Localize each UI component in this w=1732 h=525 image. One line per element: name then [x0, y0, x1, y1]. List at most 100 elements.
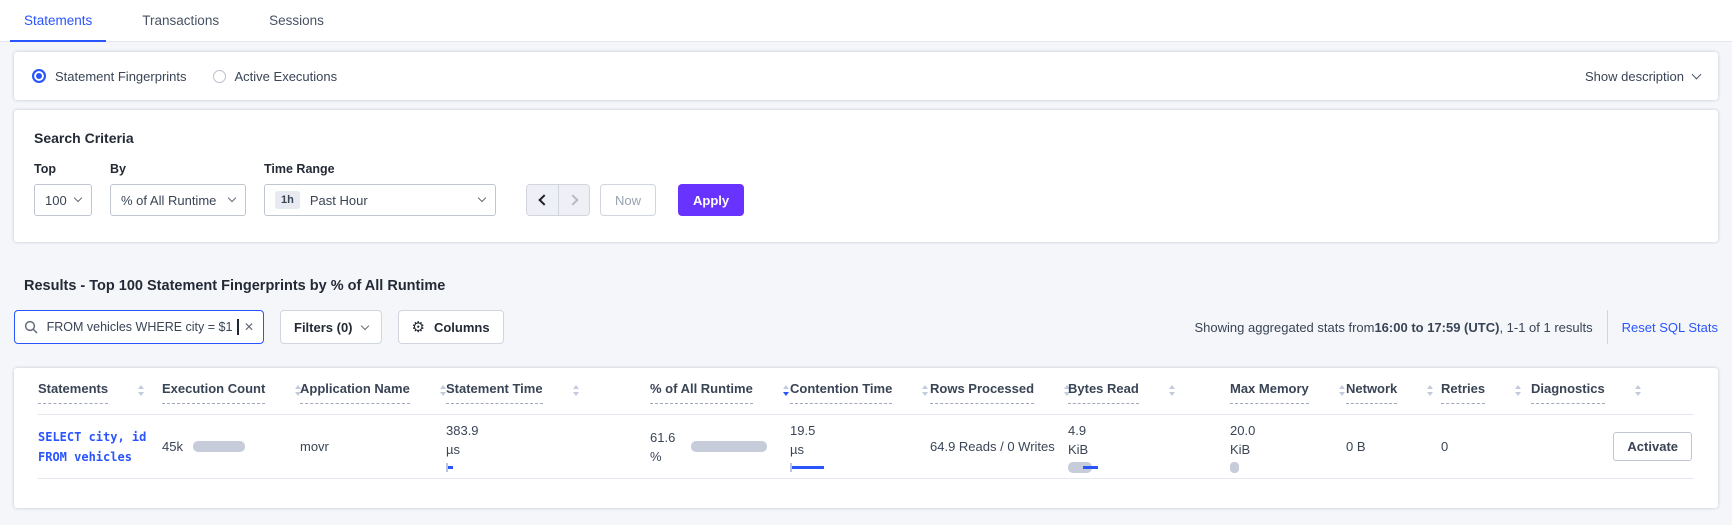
time-range-field: Time Range 1h Past Hour — [264, 162, 496, 216]
table-header-row: Statements Execution Count Application N… — [38, 368, 1694, 415]
chevron-right-icon — [566, 194, 579, 206]
column-header-application-name[interactable]: Application Name — [300, 381, 446, 404]
top-field: Top 100 — [34, 162, 92, 216]
tab-statements[interactable]: Statements — [10, 0, 107, 42]
chevron-down-icon — [360, 321, 369, 330]
radio-selected-icon[interactable] — [32, 69, 46, 83]
sort-icon[interactable] — [439, 385, 446, 396]
reset-sql-stats-link[interactable]: Reset SQL Stats — [1622, 320, 1718, 335]
columns-button[interactable]: ⚙ Columns — [397, 310, 504, 344]
time-range-value-group: 1h Past Hour — [275, 191, 368, 209]
radio-statement-fingerprints[interactable]: Statement Fingerprints — [32, 69, 187, 84]
application-name-cell: movr — [300, 439, 329, 454]
next-time-button[interactable] — [558, 185, 589, 215]
clear-search-icon[interactable]: ✕ — [244, 320, 254, 334]
statement-time-bar — [446, 462, 650, 473]
results-filter-row: y, id FROM vehicles WHERE city = $1 ✕ Fi… — [14, 310, 1718, 344]
column-header-diagnostics[interactable]: Diagnostics — [1531, 381, 1694, 404]
statement-fingerprint-link[interactable]: SELECT city, id FROM vehicles — [38, 427, 162, 467]
search-criteria-card: Search Criteria Top 100 By % of All Runt… — [14, 110, 1718, 242]
execution-count-bar — [192, 441, 245, 452]
filters-button[interactable]: Filters (0) — [280, 310, 382, 344]
bytes-read-cell: 4.9 KiB — [1068, 421, 1230, 473]
sort-icon[interactable] — [1515, 385, 1522, 396]
column-header-statements[interactable]: Statements — [38, 381, 162, 404]
column-header-statement-time[interactable]: Statement Time — [446, 381, 650, 404]
prev-time-button[interactable] — [527, 185, 558, 215]
pct-runtime-cell: 61.6 % — [650, 428, 790, 466]
radio-active-executions[interactable]: Active Executions — [212, 68, 338, 84]
column-header-pct-of-all-runtime[interactable]: % of All Runtime — [650, 381, 790, 404]
sql-activity-tabbar: Statements Transactions Sessions — [0, 0, 1732, 42]
time-range-value: Past Hour — [309, 192, 368, 208]
tab-transactions[interactable]: Transactions — [128, 0, 233, 42]
column-header-execution-count[interactable]: Execution Count — [162, 381, 302, 404]
activate-diagnostics-button[interactable]: Activate — [1613, 432, 1692, 461]
column-header-rows-processed[interactable]: Rows Processed — [930, 381, 1071, 404]
show-description-label: Show description — [1585, 68, 1684, 84]
network-cell: 0 B — [1346, 439, 1366, 454]
sort-icon[interactable] — [1634, 385, 1641, 396]
column-header-contention-time[interactable]: Contention Time — [790, 381, 930, 404]
top-label: Top — [34, 162, 56, 176]
contention-time-bar — [790, 462, 930, 473]
vertical-divider — [1606, 310, 1608, 344]
column-header-retries[interactable]: Retries — [1441, 381, 1531, 404]
sort-icon[interactable] — [572, 385, 579, 396]
by-select-value: % of All Runtime — [121, 192, 217, 208]
stats-prefix: Showing aggregated stats from — [1194, 319, 1375, 335]
column-header-max-memory[interactable]: Max Memory — [1230, 381, 1346, 404]
search-criteria-controls: Top 100 By % of All Runtime Time Range 1… — [34, 162, 1698, 216]
search-icon — [24, 320, 38, 334]
max-memory-cell: 20.0 KiB — [1230, 421, 1346, 473]
time-range-badge: 1h — [275, 191, 300, 209]
stats-suffix: , 1-1 of 1 results — [1499, 319, 1593, 335]
by-select[interactable]: % of All Runtime — [110, 184, 246, 216]
results-table-card: Statements Execution Count Application N… — [14, 368, 1718, 508]
view-toggle-card: Statement Fingerprints Active Executions… — [14, 52, 1718, 100]
top-select[interactable]: 100 — [34, 184, 92, 216]
results-heading: Results - Top 100 Statement Fingerprints… — [24, 278, 446, 294]
page-body: Statement Fingerprints Active Executions… — [0, 52, 1732, 508]
gear-icon: ⚙ — [411, 318, 425, 336]
rows-processed-cell: 64.9 Reads / 0 Writes — [930, 439, 1055, 454]
search-input-value: y, id FROM vehicles WHERE city = $1 — [45, 320, 233, 334]
radio-unselected-icon[interactable] — [212, 69, 226, 83]
retries-cell: 0 — [1441, 439, 1449, 454]
radio-active-executions-label: Active Executions — [234, 68, 338, 84]
top-select-value: 100 — [45, 192, 67, 208]
sort-icon[interactable] — [138, 385, 145, 396]
pct-runtime-bar — [691, 441, 768, 452]
filters-button-label: Filters (0) — [294, 319, 353, 335]
tab-sessions[interactable]: Sessions — [255, 0, 338, 42]
apply-button[interactable]: Apply — [678, 184, 745, 216]
sort-icon[interactable] — [922, 385, 929, 396]
diagnostics-cell: Activate — [1531, 432, 1694, 461]
search-criteria-title: Search Criteria — [34, 130, 134, 146]
sort-icon[interactable] — [1168, 385, 1175, 396]
now-button[interactable]: Now — [600, 184, 657, 216]
sort-icon[interactable] — [1427, 385, 1434, 396]
column-header-bytes-read[interactable]: Bytes Read — [1068, 381, 1230, 404]
by-label: By — [110, 162, 126, 176]
aggregated-stats-text: Showing aggregated stats from 16:00 to 1… — [1195, 320, 1593, 335]
radio-statement-fingerprints-label: Statement Fingerprints — [55, 68, 187, 84]
chevron-down-icon — [73, 193, 83, 203]
text-cursor — [237, 319, 239, 335]
table-row: SELECT city, id FROM vehicles 45k movr 3… — [38, 415, 1694, 479]
time-range-label: Time Range — [264, 162, 335, 176]
chevron-left-icon — [538, 194, 550, 206]
chevron-down-icon — [227, 193, 237, 203]
chevron-down-icon — [477, 193, 487, 203]
statement-time-cell: 383.9 µs — [446, 421, 650, 473]
show-description-toggle[interactable]: Show description — [1585, 68, 1702, 84]
time-range-select[interactable]: 1h Past Hour — [264, 184, 496, 216]
sort-icon[interactable] — [1338, 385, 1345, 396]
time-pager — [526, 184, 590, 216]
chevron-down-icon — [1691, 69, 1702, 79]
search-input[interactable]: y, id FROM vehicles WHERE city = $1 ✕ — [14, 310, 264, 344]
column-header-network[interactable]: Network — [1346, 381, 1441, 404]
sort-icon-active-desc[interactable] — [782, 385, 789, 396]
execution-count-cell: 45k — [162, 439, 300, 454]
max-memory-bar — [1230, 461, 1239, 473]
